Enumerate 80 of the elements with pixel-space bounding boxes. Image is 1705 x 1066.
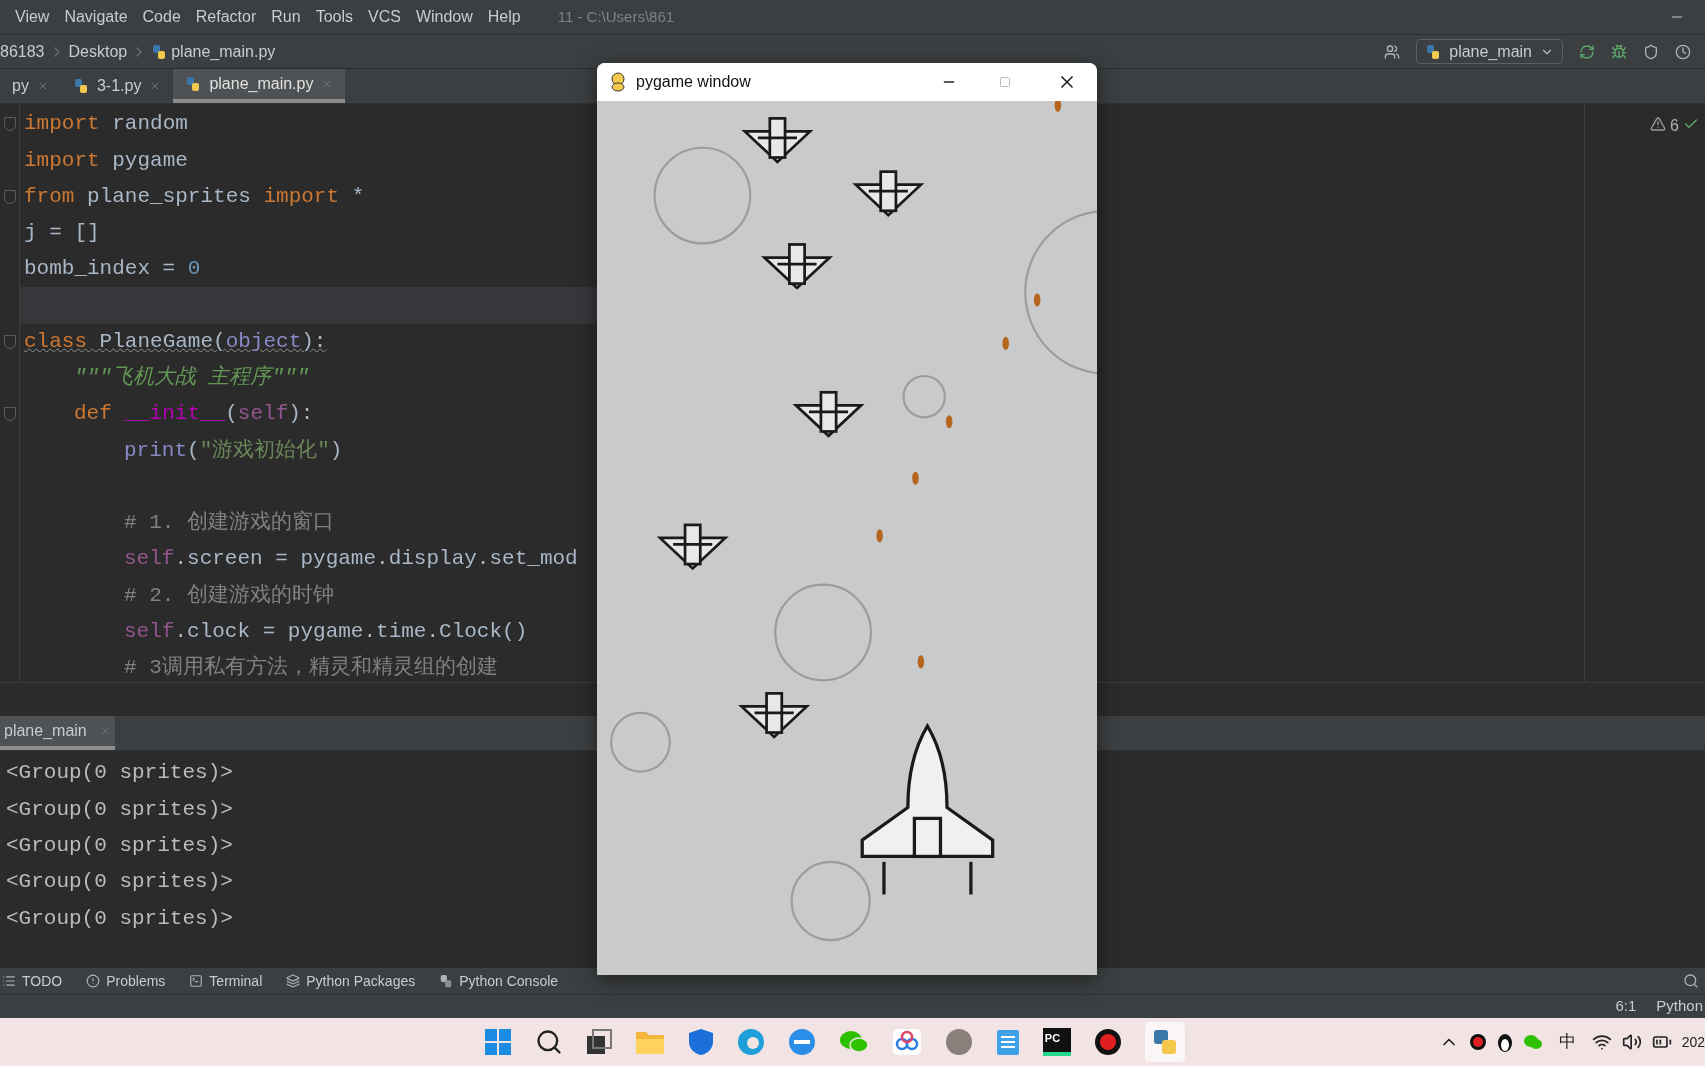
code-line: # 3调用私有方法，精灵和精灵组的创建 [124,656,498,680]
code-line: print("游戏初始化") [124,438,343,462]
console-output-line: <Group(0 sprites)> [6,869,233,896]
menu-item[interactable]: Code [142,5,181,29]
tool-window-tab[interactable]: TODO [2,970,63,992]
tool-window-tab[interactable]: Problems [86,970,166,992]
penguin-icon[interactable] [1496,1032,1513,1052]
menu-item[interactable]: VCS [368,5,401,29]
alert-circle-icon [86,974,101,988]
user-icon[interactable] [1384,43,1401,60]
input-method-indicator[interactable]: 中 [1558,1029,1576,1055]
cursor-position[interactable]: 6:1 [1615,995,1637,1018]
search-icon[interactable] [534,1028,563,1056]
console-output-line: <Group(0 sprites)> [6,796,233,823]
tool-window-tab[interactable]: Python Packages [286,970,416,992]
python-console-icon [439,974,454,988]
notepad-icon[interactable] [995,1028,1020,1056]
code-line: self.screen = pygame.display.set_mod [124,547,578,571]
console-output-line: <Group(0 sprites)> [6,905,233,932]
code-line: from plane_sprites import * [24,184,365,208]
menu-item[interactable]: Run [271,5,301,29]
console-output-line: <Group(0 sprites)> [6,760,233,787]
list-icon [2,974,16,988]
code-line: self.clock = pygame.time.Clock() [124,619,528,643]
layers-icon [286,974,301,988]
tool-window-tab[interactable]: Terminal [189,970,263,992]
wifi-icon[interactable] [1591,1032,1612,1052]
breadcrumb-item[interactable]: plane_main.py [171,39,276,64]
ide-app-icon[interactable]: PC [1042,1028,1071,1056]
python-window-icon[interactable] [1144,1022,1185,1062]
warning-icon[interactable] [1650,116,1667,132]
clock-text[interactable]: 202 [1681,1031,1705,1053]
code-line: import pygame [24,148,188,172]
python-file-icon [1425,43,1442,60]
run-config-dropdown[interactable]: plane_main [1416,39,1563,64]
menu-item[interactable]: View [15,5,50,29]
chat-icon[interactable] [1522,1033,1543,1051]
editor-tab[interactable]: plane_main.py [173,69,346,103]
window-title: 11 - C:\Users\861 [557,6,675,27]
code-line: bomb_index = 0 [24,257,201,281]
code-line: def __init__(self): [74,402,314,426]
browser-icon[interactable] [736,1028,765,1056]
warning-count[interactable]: 6 [1670,114,1679,138]
code-line: import random [24,112,188,136]
clock-icon[interactable] [1675,43,1691,60]
breadcrumb-item[interactable]: 86183 [0,39,45,64]
pygame-window-title: pygame window [636,72,751,92]
menu-item[interactable]: Help [487,5,521,29]
code-line: j = [] [24,221,100,245]
code-line: class PlaneGame(object): [24,329,327,353]
record-icon[interactable] [1093,1028,1122,1056]
code-line: """飞机大战 主程序""" [74,366,310,390]
avatar-icon[interactable] [944,1028,973,1056]
task-view-icon[interactable] [585,1029,612,1055]
menu-item[interactable]: Navigate [64,5,128,29]
terminal-icon [189,974,204,988]
bug-icon[interactable] [1611,43,1627,60]
rerun-icon[interactable] [1579,43,1595,60]
python-file-icon [185,76,202,92]
python-file-icon [151,43,168,60]
editor-tab[interactable]: 3-1.py [60,69,174,103]
menu-item[interactable]: Refactor [195,5,257,29]
browser-icon[interactable] [787,1028,816,1056]
chat-icon[interactable] [838,1029,869,1055]
console-output-line: <Group(0 sprites)> [6,833,233,859]
menu-item[interactable]: Window [415,5,473,29]
shield-icon[interactable] [1643,43,1659,60]
code-line: # 2. 创建游戏的时钟 [124,583,334,607]
volume-icon[interactable] [1621,1032,1642,1052]
editor-tab[interactable]: py [0,69,61,103]
tool-window-tab[interactable]: Python Console [439,970,559,992]
menu-item[interactable]: Tools [315,5,353,29]
start-icon[interactable] [483,1028,512,1056]
breadcrumb-item[interactable]: Desktop [68,39,128,64]
run-tab[interactable]: plane_main [0,716,115,750]
record-icon[interactable] [1468,1033,1487,1051]
shield-icon[interactable] [687,1028,714,1056]
code-line: # 1. 创建游戏的窗口 [124,511,334,535]
interpreter-label[interactable]: Python [1656,995,1703,1018]
python-file-icon [72,78,89,94]
